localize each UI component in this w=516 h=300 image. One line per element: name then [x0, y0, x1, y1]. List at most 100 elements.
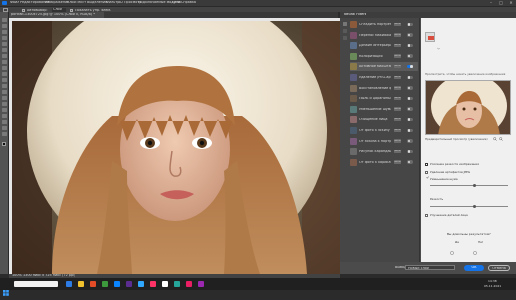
filter-row[interactable]: От фото к эскизу Бета [350, 126, 418, 135]
remove-jpeg-checkbox[interactable] [425, 171, 428, 174]
clone-stamp-tool-button[interactable] [2, 66, 7, 70]
taskbar-app-icon[interactable] [114, 281, 120, 287]
output-dropdown[interactable]: Новый слой [405, 265, 455, 270]
filter-thumbnail-icon [350, 31, 357, 39]
type-tool-button[interactable] [2, 108, 7, 112]
brush-tool-button[interactable] [2, 60, 7, 64]
crop-tool-button[interactable] [2, 42, 7, 46]
photoshop-logo-icon[interactable] [2, 1, 7, 5]
filter-row[interactable]: Восстановление фотоБета [350, 84, 418, 93]
blur-tool-button[interactable] [2, 90, 7, 94]
filter-row[interactable]: Пыль и царапины Бета [350, 94, 418, 103]
pen-tool-button[interactable] [2, 102, 7, 106]
taskbar-app-icon[interactable] [126, 281, 132, 287]
eraser-tool-button[interactable] [2, 78, 7, 82]
taskbar-app-icon[interactable] [174, 281, 180, 287]
filter-toggle[interactable] [407, 54, 413, 58]
filter-toggle[interactable] [407, 149, 413, 154]
hand-tool-button[interactable] [2, 126, 7, 130]
history-brush-tool-button[interactable] [2, 72, 7, 76]
zoom-in-icon[interactable] [493, 126, 497, 141]
taskbar-app-icon[interactable] [198, 281, 204, 287]
menu-3d[interactable]: 3D [118, 1, 123, 4]
taskbar-app-icon[interactable] [102, 281, 108, 287]
filter-toggle[interactable] [407, 43, 413, 48]
sharpen-slider[interactable] [430, 206, 508, 207]
taskbar-app-icon[interactable] [66, 281, 72, 287]
taskbar-search-input[interactable] [14, 281, 58, 287]
sharpen-label: Резкость [430, 198, 444, 201]
filter-toggle[interactable] [407, 96, 413, 101]
portrait-image[interactable] [12, 21, 340, 274]
filter-label: Сгладить портрет [359, 23, 391, 26]
cancel-button[interactable]: Отмена [488, 264, 510, 271]
filter-row[interactable]: Перенос макияжа Бета [350, 31, 418, 40]
windows-start-icon[interactable] [3, 281, 9, 296]
filter-label: Активное масштаб. [359, 65, 391, 69]
taskbar-app-icon[interactable] [186, 281, 192, 287]
taskbar-app-icon[interactable] [90, 281, 96, 287]
filter-row[interactable]: Дизайн интерьера Бета [350, 41, 418, 50]
taskbar-app-icon[interactable] [138, 281, 144, 287]
filter-toggle[interactable] [407, 75, 413, 79]
filter-row[interactable]: Колоризация Бета [350, 52, 418, 61]
face-detail-checkbox[interactable] [425, 214, 428, 217]
zoom-out-icon[interactable] [499, 126, 503, 141]
gradient-tool-button[interactable] [2, 84, 7, 88]
filter-toggle[interactable] [407, 33, 413, 37]
path-select-tool-button[interactable] [2, 114, 7, 118]
filter-row[interactable]: Очищение лица Бета [350, 115, 418, 124]
menu-file[interactable]: Файл [10, 1, 19, 4]
filter-toggle[interactable] [407, 160, 413, 164]
thumbs-down-icon[interactable] [473, 240, 477, 255]
noise-reduction-slider-handle[interactable] [473, 183, 476, 187]
filter-toggle[interactable] [407, 64, 413, 69]
ok-button[interactable]: OK [464, 264, 484, 271]
filter-row[interactable]: Сгладить портрет Бета [350, 20, 418, 29]
quick-select-tool-button[interactable] [2, 36, 7, 40]
thumbs-up-icon[interactable] [450, 240, 454, 255]
foreground-color-swatch[interactable] [1, 142, 6, 146]
filter-row[interactable]: Рисунок карандашомБета [350, 147, 418, 156]
filter-toggle[interactable] [407, 117, 413, 122]
sharpen-slider-handle[interactable] [473, 204, 476, 208]
dodge-tool-button[interactable] [2, 96, 7, 100]
filter-toggle[interactable] [407, 128, 413, 132]
menu-window[interactable]: Окно [172, 1, 181, 4]
shape-tool-button[interactable] [2, 120, 7, 124]
filter-thumbnail-icon [350, 21, 357, 28]
remove-jpeg-label: Удаление артефактов JPEG [430, 171, 471, 174]
neural-filters-panel: Neural Filters Сгладить портрет Бета Перен… [340, 12, 516, 274]
neural-filters-title: Neural Filters [344, 13, 367, 17]
sharpen-image-checkbox[interactable] [425, 163, 429, 179]
zoom-tool-button[interactable] [2, 132, 7, 136]
menu-type[interactable]: Текст [76, 1, 86, 4]
filter-row[interactable]: Активное масштаб. Бета [350, 62, 418, 72]
filter-toggle[interactable] [407, 22, 413, 26]
filter-row[interactable]: От эскиза к портретуБета [350, 137, 418, 146]
move-tool-button[interactable] [2, 18, 7, 22]
menu-help[interactable]: Справка [181, 1, 196, 4]
all-filters-icon[interactable] [343, 22, 347, 26]
taskbar-app-icon[interactable] [150, 281, 156, 287]
taskbar-app-icon[interactable] [162, 281, 168, 287]
chevron-down-icon[interactable] [437, 35, 440, 50]
filter-row[interactable]: Удаление JPEG-артеф.Бета [350, 73, 418, 82]
beta-badge: Бета [394, 22, 401, 26]
menu-image[interactable]: Изображение [45, 1, 69, 4]
healing-brush-tool-button[interactable] [2, 54, 7, 58]
menu-layers[interactable]: Слои [67, 1, 76, 4]
filter-toggle[interactable] [407, 86, 413, 90]
lasso-tool-button[interactable] [2, 30, 7, 34]
filter-toggle[interactable] [407, 139, 413, 143]
beta-filters-icon[interactable] [343, 36, 347, 40]
menu-select[interactable]: Выделение [87, 1, 107, 4]
eyedropper-tool-button[interactable] [2, 48, 7, 52]
taskbar-app-icon[interactable] [78, 281, 84, 287]
filter-row[interactable]: Уменьшение шума Бета [350, 105, 418, 114]
noise-reduction-slider[interactable] [430, 185, 508, 186]
filter-toggle[interactable] [407, 107, 413, 111]
marquee-tool-button[interactable] [2, 24, 7, 28]
filter-row[interactable]: От фото к карикатуреБета [350, 158, 418, 167]
wait-list-icon[interactable] [343, 29, 347, 33]
